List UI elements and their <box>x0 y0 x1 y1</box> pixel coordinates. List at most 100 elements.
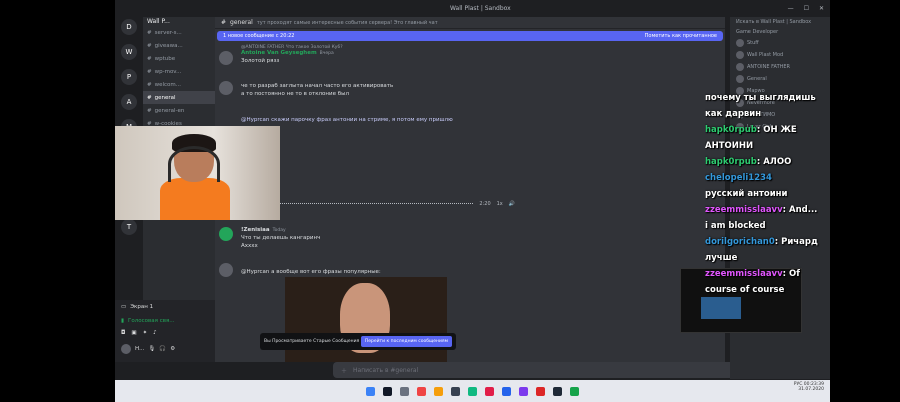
avatar[interactable] <box>121 344 131 354</box>
message: @ANTOINE FATHER Что такое Золотой Ку6? A… <box>219 45 719 65</box>
taskbar-app-icon[interactable] <box>451 386 460 396</box>
taskbar-app-icon[interactable] <box>485 386 494 396</box>
audio-waveform[interactable] <box>275 203 474 205</box>
chat-line: лучше <box>705 250 830 266</box>
member-item[interactable]: Wall Plast Mod <box>730 49 830 61</box>
hash-icon: # <box>147 94 152 101</box>
minimize-icon[interactable]: — <box>788 5 794 12</box>
close-icon[interactable]: ✕ <box>819 5 824 12</box>
camera-icon[interactable]: ◘ <box>121 330 125 340</box>
add-attachment-icon[interactable]: ＋ <box>341 366 347 375</box>
member-name: Stuff <box>747 40 759 46</box>
mark-read-button[interactable]: Пометить как прочитанное <box>645 33 717 39</box>
avatar <box>736 75 744 83</box>
taskbar-app-icon[interactable] <box>553 386 562 396</box>
account-row: Н... 🎙 🎧 ⚙ <box>115 342 215 356</box>
member-name: ANTOINE FATHER <box>747 64 791 70</box>
channel-label: general-en <box>154 107 185 114</box>
message: @Hyprcan а вообще вот его фразы популярн… <box>219 263 719 277</box>
chat-text: АНТОИНИ <box>705 141 754 151</box>
headphones <box>168 146 220 182</box>
member-item[interactable]: General <box>730 73 830 85</box>
signal-icon: ▮ <box>121 318 125 324</box>
channel-item[interactable]: # server-s... <box>143 26 215 39</box>
chat-text: : And... <box>782 205 818 215</box>
avatar[interactable] <box>219 51 233 65</box>
chat-line: i am blocked <box>705 218 830 234</box>
clock-date[interactable]: 31.07.2020 <box>794 387 824 392</box>
avatar[interactable] <box>219 81 233 95</box>
hash-icon: # <box>147 81 152 88</box>
member-item[interactable]: ANTOINE FATHER <box>730 61 830 73</box>
channel-name: general <box>230 19 253 26</box>
server-name[interactable]: Wall P... <box>143 17 215 26</box>
taskbar-app-icon[interactable] <box>366 386 375 396</box>
webcam-overlay <box>115 126 280 220</box>
user-panel: ▭ Экран 1 ▮ Голосовая свя... ◘ ▣ ✦ ♪ Н..… <box>115 300 215 362</box>
channel-item[interactable]: # welcom... <box>143 78 215 91</box>
hash-icon: # <box>147 107 152 114</box>
chat-text: : Of <box>782 269 800 279</box>
taskbar-app-icon[interactable] <box>570 386 579 396</box>
server-icon[interactable]: A <box>121 94 137 110</box>
message: !Zenisiaa Today Что ты делаешь кангаринч … <box>219 227 719 249</box>
channel-item[interactable]: # general-en <box>143 104 215 117</box>
message-text: а то постоянно не то в отклоние был <box>241 91 349 97</box>
channel-item[interactable]: # giveawa... <box>143 39 215 52</box>
audio-player[interactable]: 2:20 1x 🔊 <box>275 197 515 211</box>
message-text: Золотой рязз <box>241 58 280 64</box>
system-tray: РУС 00:23:39 31.07.2020 <box>794 382 824 392</box>
taskbar-app-icon[interactable] <box>383 386 392 396</box>
user-name[interactable]: Н... <box>135 346 144 352</box>
taskbar-app-icon[interactable] <box>434 386 443 396</box>
stream-chat-overlay: почему ты выглядишь как дарвин hapk0rpub: … <box>705 90 830 298</box>
chat-text: : ОН ЖЕ <box>756 125 797 135</box>
audio-time: 2:20 <box>479 201 491 207</box>
taskbar-app-icon[interactable] <box>519 386 528 396</box>
speed-button[interactable]: 1x <box>497 201 503 207</box>
chat-line: zzeemmisslaavv: Of <box>705 266 830 282</box>
avatar[interactable] <box>219 263 233 277</box>
channel-item[interactable]: # wp-mov... <box>143 65 215 78</box>
jump-to-latest-button[interactable]: Перейти к последним сообщениям <box>360 336 452 347</box>
maximize-icon[interactable]: ☐ <box>804 5 809 12</box>
screenshare-icon[interactable]: ▣ <box>131 330 136 340</box>
new-messages-bar[interactable]: 1 новое сообщение с 20:22 Пометить как п… <box>217 31 723 41</box>
author-name[interactable]: !Zenisiaa <box>241 227 270 233</box>
headphones-icon[interactable]: 🎧 <box>159 346 166 352</box>
channel-label: wptube <box>154 55 176 62</box>
taskbar-app-icon[interactable] <box>468 386 477 396</box>
chat-line: zzeemmisslaavv: And... <box>705 202 830 218</box>
soundboard-icon[interactable]: ♪ <box>153 330 157 340</box>
taskbar-app-icon[interactable] <box>417 386 426 396</box>
member-name: General <box>747 76 767 82</box>
settings-icon[interactable]: ⚙ <box>170 346 175 352</box>
author-name[interactable]: Antoine Van Geyseghem <box>241 50 317 56</box>
chat-text: почему ты выглядишь <box>705 93 816 103</box>
voice-connected[interactable]: ▮ Голосовая свя... <box>115 314 215 328</box>
volume-icon[interactable]: 🔊 <box>509 201 515 207</box>
member-search[interactable]: Искать в Wall Plast | Sandbox <box>730 17 830 27</box>
member-item[interactable]: Stuff <box>730 37 830 49</box>
channel-topic[interactable]: тут проходят самые интересные события се… <box>257 20 438 26</box>
server-icon[interactable]: D <box>121 19 137 35</box>
server-icon[interactable]: W <box>121 44 137 60</box>
mic-icon[interactable]: 🎙 <box>148 346 155 352</box>
server-icon[interactable]: P <box>121 69 137 85</box>
toast-text: Вы Просматриваете Старые Сообщения <box>264 339 360 344</box>
taskbar-app-icon[interactable] <box>502 386 511 396</box>
message-text: че то разраб заглыта начал часто его акт… <box>241 83 394 89</box>
activity-icon[interactable]: ✦ <box>143 330 148 340</box>
channel-label: welcom... <box>154 81 182 88</box>
channel-item[interactable]: # wptube <box>143 52 215 65</box>
composer-input[interactable]: Написать в #general <box>353 367 418 374</box>
taskbar-app-icon[interactable] <box>400 386 409 396</box>
channel-item[interactable]: # general <box>143 91 215 104</box>
server-icon[interactable]: T <box>121 219 137 235</box>
avatar[interactable] <box>219 227 233 241</box>
timestamp: Today <box>272 228 286 233</box>
taskbar-app-icon[interactable] <box>536 386 545 396</box>
avatar <box>736 39 744 47</box>
voice-screen-row[interactable]: ▭ Экран 1 <box>115 300 215 314</box>
channel-header: # general тут проходят самые интересные … <box>215 17 725 29</box>
